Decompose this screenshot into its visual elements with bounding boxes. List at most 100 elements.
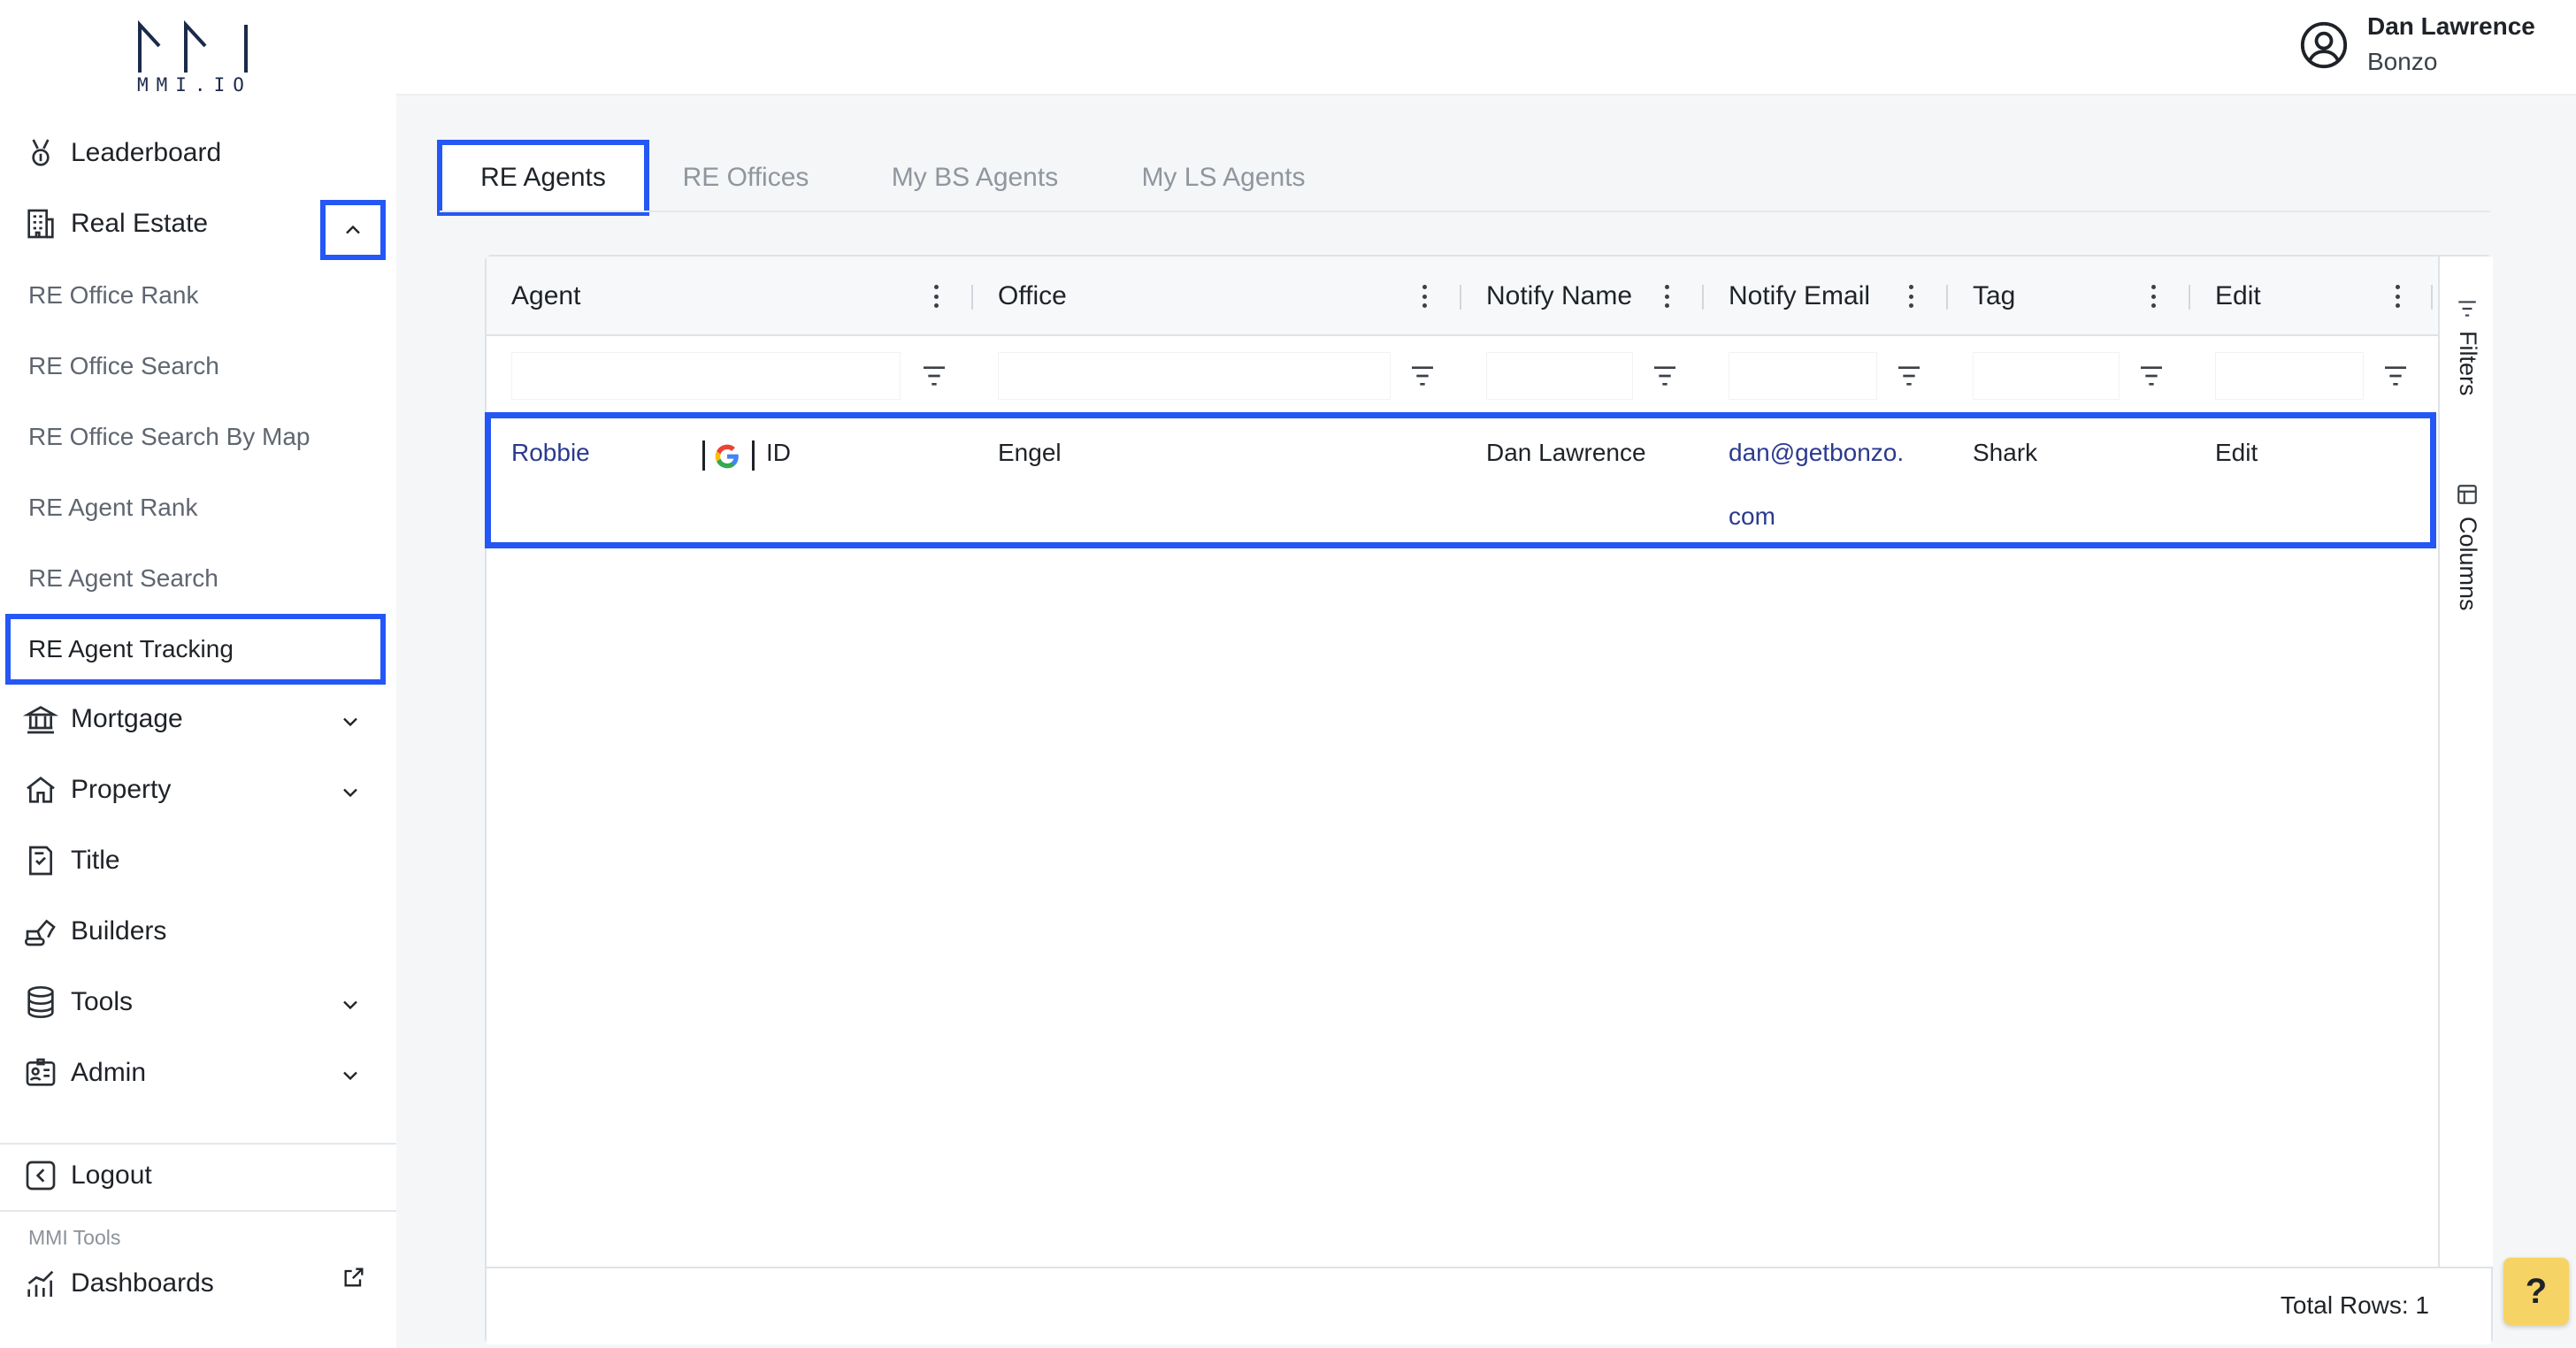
agent-id-link[interactable]: ID bbox=[766, 421, 791, 485]
subnav-re-office-search[interactable]: RE Office Search bbox=[28, 340, 219, 393]
chevron-up-icon bbox=[346, 225, 360, 234]
logout-icon bbox=[21, 1156, 60, 1195]
filter-icon[interactable] bbox=[1895, 363, 1923, 389]
help-button[interactable]: ? bbox=[2503, 1258, 2569, 1325]
col-header-notify-email[interactable]: Notify Email bbox=[1729, 257, 1870, 336]
column-menu-icon[interactable] bbox=[925, 281, 947, 311]
tab-re-offices[interactable]: RE Offices bbox=[665, 145, 826, 211]
columns-icon[interactable] bbox=[2456, 483, 2479, 506]
nav-leaderboard-label: Leaderboard bbox=[71, 138, 222, 167]
column-menu-icon[interactable] bbox=[1900, 281, 1921, 311]
subnav-re-office-search-by-map[interactable]: RE Office Search By Map bbox=[28, 410, 310, 463]
nav-logout[interactable]: Logout bbox=[21, 1148, 152, 1203]
columns-panel-toggle[interactable]: Columns bbox=[2454, 517, 2481, 611]
chevron-down-icon bbox=[343, 1071, 357, 1081]
column-resize-handle[interactable] bbox=[971, 285, 973, 310]
subnav-re-agent-rank[interactable]: RE Agent Rank bbox=[28, 481, 197, 534]
filter-input-tag[interactable] bbox=[1973, 352, 2120, 400]
column-resize-handle[interactable] bbox=[2189, 285, 2190, 310]
nav-leaderboard[interactable]: Leaderboard bbox=[21, 126, 221, 180]
nav-real-estate[interactable]: Real Estate bbox=[21, 196, 208, 251]
nav-tools-label: Tools bbox=[71, 987, 134, 1016]
total-rows: Total Rows: 1 bbox=[2280, 1291, 2429, 1319]
subnav-re-agent-search[interactable]: RE Agent Search bbox=[28, 552, 218, 605]
tab-my-bs-agents[interactable]: My BS Agents bbox=[869, 145, 1081, 211]
col-header-agent[interactable]: Agent bbox=[511, 257, 580, 336]
tag-cell: Shark bbox=[1973, 439, 2038, 466]
bar-chart-icon bbox=[21, 1264, 60, 1303]
nav-admin-label: Admin bbox=[71, 1058, 147, 1087]
filter-input-office[interactable] bbox=[998, 352, 1391, 400]
subnav-re-office-rank[interactable]: RE Office Rank bbox=[28, 269, 198, 322]
tools-expand-toggle[interactable] bbox=[333, 987, 368, 1022]
top-header bbox=[396, 0, 2576, 96]
column-menu-icon[interactable] bbox=[1414, 281, 1435, 311]
column-resize-handle[interactable] bbox=[2431, 285, 2433, 310]
logo-text: MMI.IO bbox=[137, 74, 252, 96]
certificate-icon bbox=[21, 841, 60, 880]
nav-builders[interactable]: Builders bbox=[21, 904, 166, 959]
google-icon[interactable] bbox=[713, 442, 741, 471]
agent-cell-separator bbox=[702, 440, 705, 471]
filter-input-notify-name[interactable] bbox=[1486, 352, 1633, 400]
real-estate-collapse-toggle[interactable] bbox=[320, 200, 386, 260]
nav-tools[interactable]: Tools bbox=[21, 975, 133, 1030]
agent-cell-separator bbox=[752, 440, 755, 471]
column-menu-icon[interactable] bbox=[1656, 281, 1677, 311]
filter-input-agent[interactable] bbox=[511, 352, 901, 400]
nav-dashboards-label: Dashboards bbox=[71, 1268, 214, 1298]
user-avatar-icon[interactable] bbox=[2298, 19, 2350, 71]
filters-panel-toggle[interactable]: Filters bbox=[2454, 331, 2481, 396]
chevron-down-icon bbox=[343, 1000, 357, 1010]
admin-expand-toggle[interactable] bbox=[333, 1058, 368, 1093]
column-menu-icon[interactable] bbox=[2387, 281, 2408, 311]
sidebar-divider bbox=[0, 1143, 396, 1145]
filter-icon[interactable] bbox=[1651, 363, 1679, 389]
tab-re-agents[interactable]: RE Agents bbox=[437, 140, 649, 216]
column-menu-icon[interactable] bbox=[2143, 281, 2164, 311]
table-row[interactable]: Robbie ID Engel Dan Lawrence dan@getbonz… bbox=[487, 412, 2438, 543]
filter-icon[interactable] bbox=[2137, 363, 2166, 389]
filter-input-notify-email[interactable] bbox=[1729, 352, 1877, 400]
nav-property-label: Property bbox=[71, 775, 172, 804]
id-card-icon bbox=[21, 1053, 60, 1092]
nav-real-estate-label: Real Estate bbox=[71, 209, 209, 238]
nav-mortgage-label: Mortgage bbox=[71, 704, 183, 733]
nav-title[interactable]: Title bbox=[21, 833, 120, 888]
notify-email-line1[interactable]: dan@getbonzo. bbox=[1729, 421, 1904, 485]
filters-icon[interactable] bbox=[2456, 297, 2479, 320]
notify-name-cell: Dan Lawrence bbox=[1486, 439, 1646, 466]
column-resize-handle[interactable] bbox=[1460, 285, 1461, 310]
tab-my-ls-agents[interactable]: My LS Agents bbox=[1118, 145, 1329, 211]
chevron-down-icon bbox=[343, 788, 357, 798]
col-header-edit[interactable]: Edit bbox=[2215, 257, 2261, 336]
nav-dashboards[interactable]: Dashboards bbox=[21, 1256, 214, 1311]
edit-link[interactable]: Edit bbox=[2215, 421, 2258, 485]
col-header-notify-name[interactable]: Notify Name bbox=[1486, 257, 1632, 336]
grid-footer: Total Rows: 1 bbox=[487, 1267, 2491, 1344]
filter-input-edit[interactable] bbox=[2215, 352, 2364, 400]
notify-email-line2[interactable]: com bbox=[1729, 485, 1775, 548]
sidebar-divider bbox=[0, 1210, 396, 1212]
nav-mortgage[interactable]: Mortgage bbox=[21, 692, 183, 747]
bank-icon bbox=[21, 700, 60, 739]
user-name: Dan Lawrence bbox=[2367, 12, 2535, 40]
agents-grid: Agent Office Notify Name Notify Email Ta… bbox=[485, 255, 2493, 1344]
property-expand-toggle[interactable] bbox=[333, 775, 368, 810]
subnav-re-agent-tracking[interactable]: RE Agent Tracking bbox=[5, 614, 386, 685]
mortgage-expand-toggle[interactable] bbox=[333, 704, 368, 739]
column-resize-handle[interactable] bbox=[1946, 285, 1948, 310]
agent-name-link[interactable]: Robbie bbox=[511, 421, 590, 485]
col-header-office[interactable]: Office bbox=[998, 257, 1067, 336]
medal-icon bbox=[21, 134, 60, 172]
filter-icon[interactable] bbox=[920, 363, 948, 389]
database-icon bbox=[21, 983, 60, 1022]
nav-property[interactable]: Property bbox=[21, 762, 171, 817]
external-link-icon[interactable] bbox=[336, 1260, 372, 1295]
col-header-tag[interactable]: Tag bbox=[1973, 257, 2015, 336]
nav-admin[interactable]: Admin bbox=[21, 1045, 146, 1100]
column-resize-handle[interactable] bbox=[1702, 285, 1704, 310]
filter-icon[interactable] bbox=[2381, 363, 2410, 389]
excavator-icon bbox=[21, 912, 60, 951]
filter-icon[interactable] bbox=[1408, 363, 1437, 389]
